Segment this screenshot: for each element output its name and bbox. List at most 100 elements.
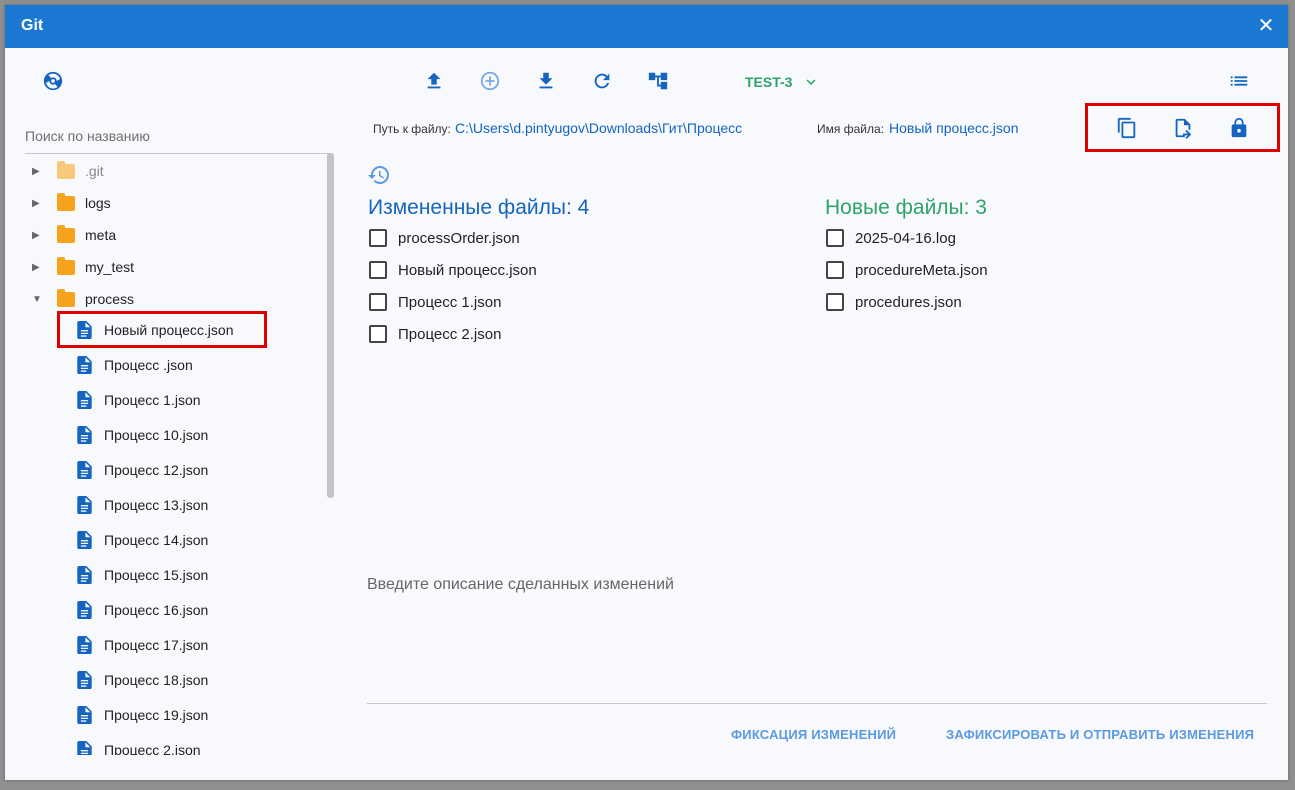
- checkbox[interactable]: [826, 261, 844, 279]
- refresh-icon[interactable]: [588, 67, 616, 95]
- folder-icon: [57, 288, 75, 307]
- tree-file-label: Процесс 1.json: [104, 392, 201, 408]
- new-file-item[interactable]: procedureMeta.json: [826, 261, 988, 279]
- tree-file-label: Процесс 14.json: [104, 532, 209, 548]
- settings-wheel-icon[interactable]: [39, 67, 67, 95]
- tree-file-item[interactable]: Процесс 12.json: [77, 455, 208, 485]
- tree-folder-meta[interactable]: ▶ meta: [25, 219, 116, 251]
- new-files-title: Новые файлы: 3: [825, 196, 987, 219]
- list-icon[interactable]: [1225, 67, 1253, 95]
- checkbox[interactable]: [369, 293, 387, 311]
- changed-file-label: Новый процесс.json: [398, 261, 537, 279]
- file-icon: [77, 356, 92, 374]
- tree-file-item[interactable]: Процесс 14.json: [77, 525, 208, 555]
- search-placeholder: Поиск по названию: [25, 128, 150, 144]
- branch-selector[interactable]: TEST-3: [745, 73, 820, 91]
- collapse-arrow-icon[interactable]: ▼: [32, 294, 44, 305]
- tree-file-item[interactable]: Процесс .json: [77, 350, 193, 380]
- tree-file-label: Процесс .json: [104, 357, 193, 373]
- tree-folder-label: logs: [85, 195, 111, 211]
- expand-arrow-icon[interactable]: ▶: [32, 262, 44, 273]
- branches-icon[interactable]: [644, 67, 672, 95]
- tree-file-label: Процесс 2.json: [104, 742, 201, 755]
- branch-name: TEST-3: [745, 74, 793, 90]
- search-input[interactable]: Поиск по названию: [25, 123, 331, 154]
- expand-arrow-icon[interactable]: ▶: [32, 166, 44, 177]
- changed-file-label: Процесс 2.json: [398, 325, 502, 343]
- lock-icon[interactable]: [1225, 114, 1253, 142]
- changed-file-label: Процесс 1.json: [398, 293, 502, 311]
- tree-file-label: Процесс 10.json: [104, 427, 209, 443]
- file-icon: [77, 741, 92, 755]
- commit-message-placeholder: Введите описание сделанных изменений: [367, 576, 674, 593]
- changed-file-item[interactable]: Процесс 1.json: [369, 293, 501, 311]
- upload-icon[interactable]: [420, 67, 448, 95]
- tree-file-label: Процесс 13.json: [104, 497, 209, 513]
- tree-folder-logs[interactable]: ▶ logs: [25, 187, 111, 219]
- file-icon: [77, 531, 92, 549]
- tree-file-item[interactable]: Процесс 1.json: [77, 385, 201, 415]
- tree-file-item[interactable]: Процесс 19.json: [77, 700, 208, 730]
- commit-message-input[interactable]: Введите описание сделанных изменений: [367, 573, 1267, 704]
- file-name-label: Имя файла:: [817, 122, 884, 136]
- file-icon: [77, 461, 92, 479]
- tree-folder-label: process: [85, 291, 135, 307]
- commit-button[interactable]: ФИКСАЦИЯ ИЗМЕНЕНИЙ: [731, 727, 896, 742]
- tree-file-label: Процесс 12.json: [104, 462, 209, 478]
- window-title: Git: [21, 17, 44, 34]
- folder-icon: [57, 160, 75, 179]
- checkbox[interactable]: [826, 293, 844, 311]
- checkbox[interactable]: [826, 229, 844, 247]
- git-dialog: Git ✕ TEST-3 Поиск по названию ▶ .git ▶ …: [5, 5, 1288, 780]
- add-circle-icon[interactable]: [476, 67, 504, 95]
- tree-file-item[interactable]: Процесс 2.json: [77, 735, 201, 755]
- file-icon: [77, 391, 92, 409]
- tree-file-item[interactable]: Процесс 13.json: [77, 490, 208, 520]
- title-bar: Git ✕: [5, 5, 1288, 48]
- tree-file-item[interactable]: Процесс 15.json: [77, 560, 208, 590]
- changed-file-item[interactable]: Новый процесс.json: [369, 261, 537, 279]
- tree-file-label: Процесс 18.json: [104, 672, 209, 688]
- expand-arrow-icon[interactable]: ▶: [32, 230, 44, 241]
- changed-file-item[interactable]: Процесс 2.json: [369, 325, 501, 343]
- tree-folder-git[interactable]: ▶ .git: [25, 155, 104, 187]
- tree-file-label: Процесс 15.json: [104, 567, 209, 583]
- open-file-icon[interactable]: [1169, 114, 1197, 142]
- tree-file-item[interactable]: Процесс 16.json: [77, 595, 208, 625]
- file-tree: ▶ .git ▶ logs ▶ meta ▶ my_test ▼ process…: [25, 155, 331, 755]
- changed-file-item[interactable]: processOrder.json: [369, 229, 520, 247]
- checkbox[interactable]: [369, 261, 387, 279]
- tree-file-item[interactable]: Процесс 17.json: [77, 630, 208, 660]
- expand-arrow-icon[interactable]: ▶: [32, 198, 44, 209]
- commit-and-push-button[interactable]: ЗАФИКСИРОВАТЬ И ОТПРАВИТЬ ИЗМЕНЕНИЯ: [946, 727, 1254, 742]
- checkbox[interactable]: [369, 325, 387, 343]
- new-file-label: procedureMeta.json: [855, 261, 988, 279]
- history-icon[interactable]: [367, 163, 391, 187]
- file-name-value: Новый процесс.json: [889, 120, 1019, 136]
- new-file-label: procedures.json: [855, 293, 962, 311]
- tree-folder-my-test[interactable]: ▶ my_test: [25, 251, 134, 283]
- tree-folder-label: .git: [85, 163, 104, 179]
- tree-file-label: Процесс 17.json: [104, 637, 209, 653]
- path-value: C:\Users\d.pintyugov\Downloads\Гит\Проце…: [455, 120, 743, 136]
- close-icon[interactable]: ✕: [1256, 16, 1276, 36]
- file-icon: [77, 706, 92, 724]
- tree-file-label: Процесс 16.json: [104, 602, 209, 618]
- copy-icon[interactable]: [1113, 114, 1141, 142]
- tree-folder-label: my_test: [85, 259, 135, 275]
- tree-scrollbar[interactable]: [327, 153, 334, 498]
- tree-file-item[interactable]: Процесс 10.json: [77, 420, 208, 450]
- download-icon[interactable]: [532, 67, 560, 95]
- new-file-item[interactable]: 2025-04-16.log: [826, 229, 956, 247]
- file-icon: [77, 566, 92, 584]
- branch-dropdown-icon: [806, 79, 816, 85]
- tree-folder-label: meta: [85, 227, 117, 243]
- new-file-item[interactable]: procedures.json: [826, 293, 962, 311]
- file-icon: [77, 426, 92, 444]
- folder-icon: [57, 192, 75, 211]
- tree-file-item[interactable]: Процесс 18.json: [77, 665, 208, 695]
- path-label: Путь к файлу:: [373, 122, 451, 136]
- checkbox[interactable]: [369, 229, 387, 247]
- changed-file-label: processOrder.json: [398, 229, 520, 247]
- new-file-label: 2025-04-16.log: [855, 229, 956, 247]
